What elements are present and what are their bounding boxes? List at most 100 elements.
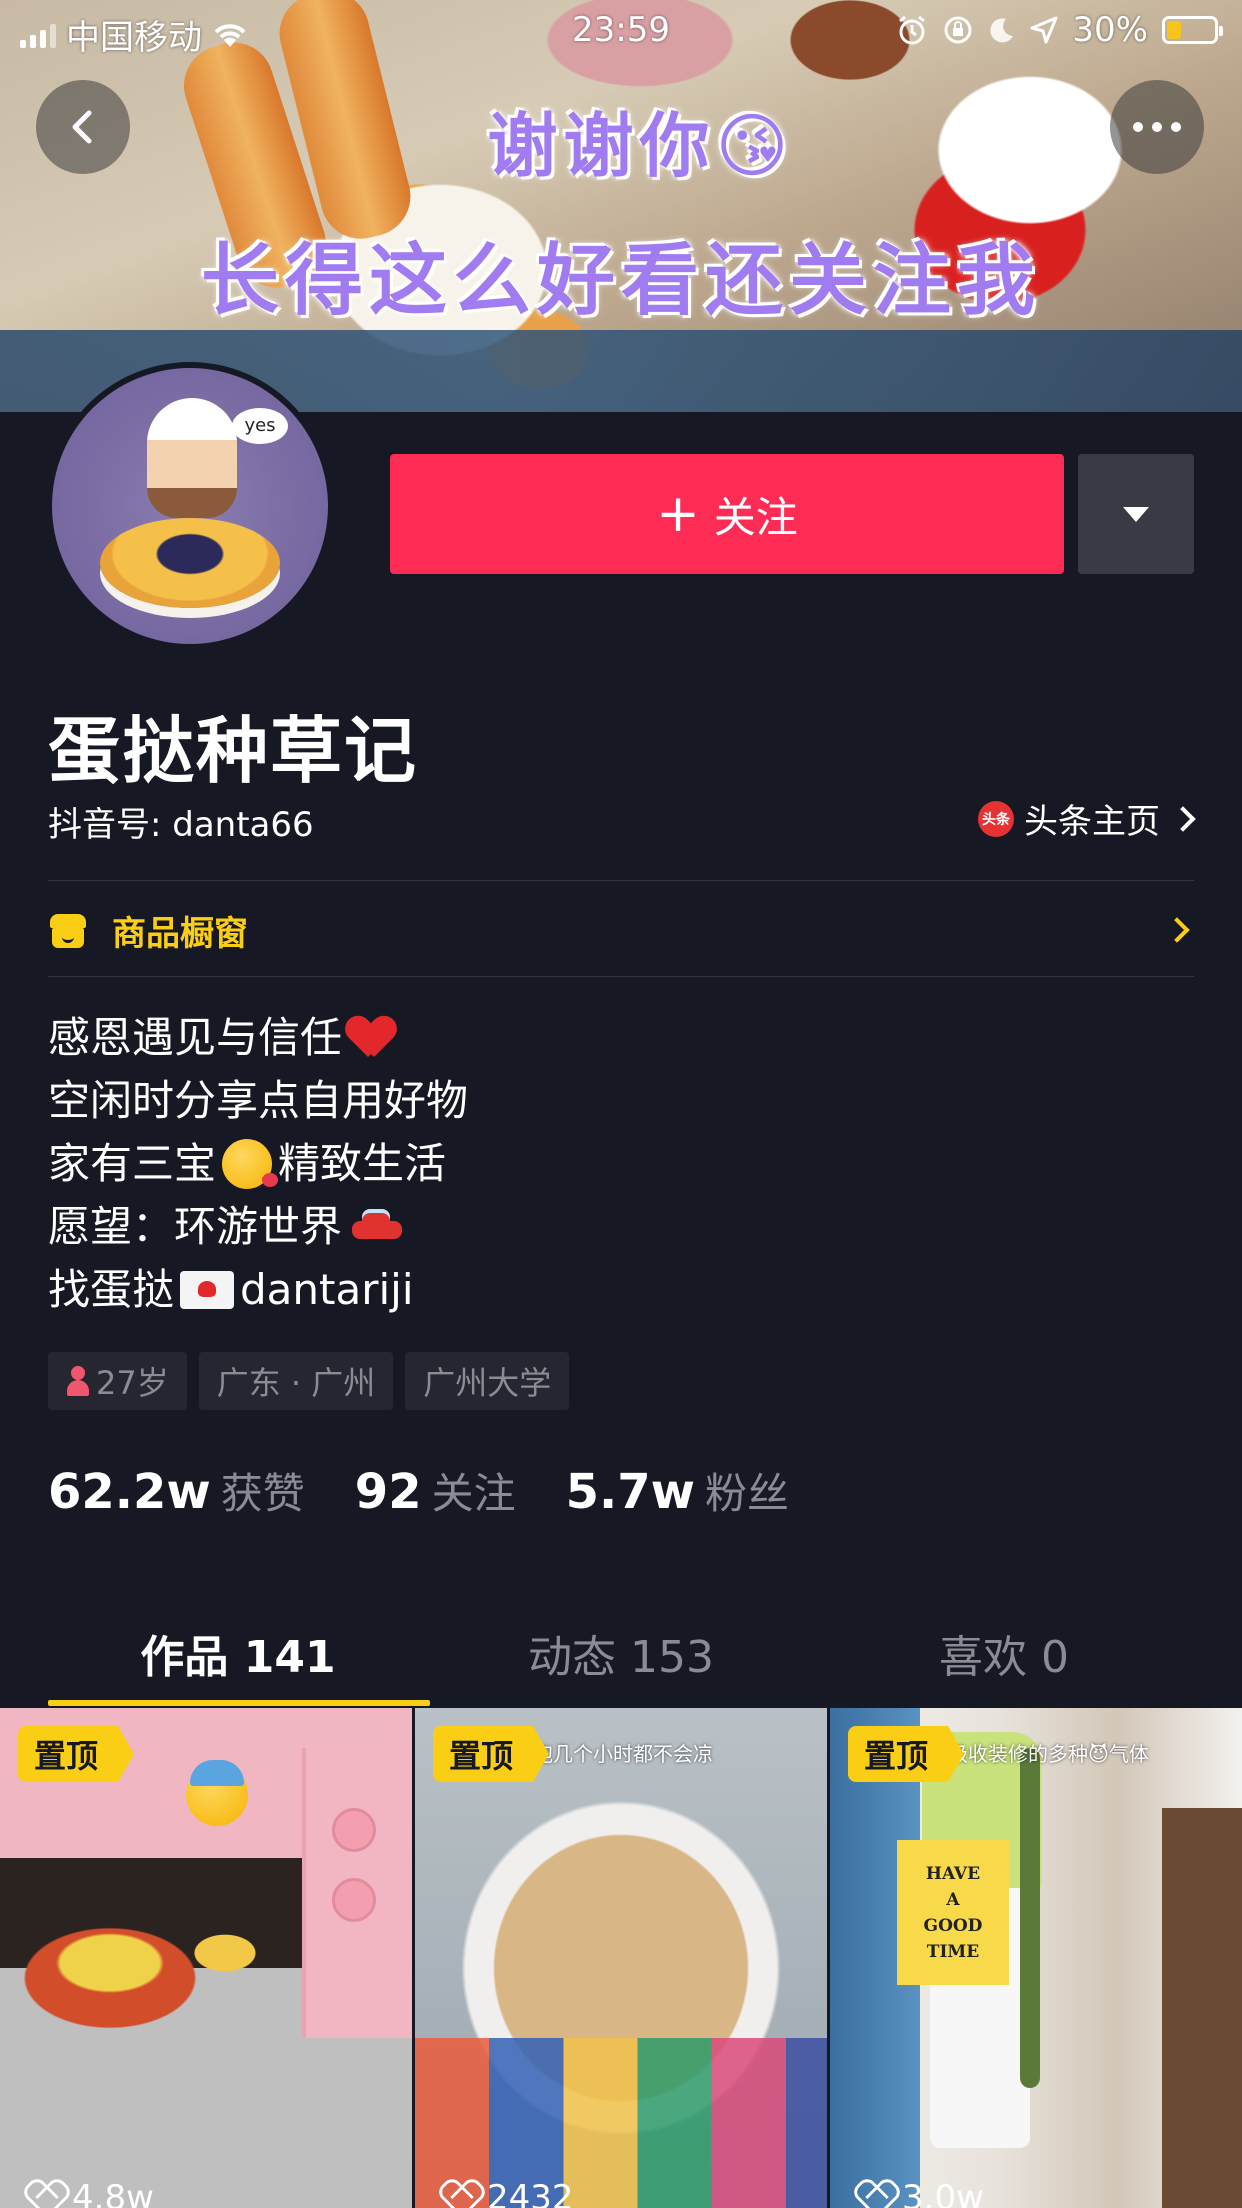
likes-stat[interactable]: 62.2w 获赞 <box>48 1460 305 1521</box>
oven-knob <box>332 1808 376 1852</box>
toutiao-label: 头条主页 <box>1024 802 1160 842</box>
bio-line: 愿望：环游世界 <box>48 1195 468 1258</box>
bio-line: 空闲时分享点自用好物 <box>48 1069 468 1132</box>
bio-text: 空闲时分享点自用好物 <box>48 1076 469 1125</box>
chevron-right-icon <box>1164 917 1190 943</box>
pinned-badge: 置顶 <box>433 1726 550 1782</box>
profile-cover-image: 谢谢你😘 长得这么好看还关注我 <box>0 0 1242 412</box>
tab-works[interactable]: 作品 141 <box>48 1598 428 1708</box>
video-thumbnail[interactable]: 置顶 4.8w <box>0 1708 412 2208</box>
video-grid: 置顶 4.8w 泡几个小时都不会凉 置顶 2432 HAVE A GOOD TI… <box>0 1708 1242 2208</box>
love-letter-icon <box>180 1270 235 1309</box>
bio-line: 感恩遇见与信任 <box>48 1006 468 1069</box>
profile-tags: 27岁 广东 · 广州 广州大学 <box>48 1352 570 1410</box>
plant <box>1020 1748 1040 2088</box>
heart-outline-icon <box>441 2181 477 2208</box>
follow-button[interactable]: + 关注 <box>390 454 1064 574</box>
likes-label: 获赞 <box>220 1469 305 1518</box>
bio-line: 家有三宝 精致生活 <box>48 1132 468 1195</box>
bio-text: 精致生活 <box>278 1139 447 1188</box>
location-tag: 广东 · 广州 <box>198 1352 394 1410</box>
bio-text: 找蛋挞 <box>48 1265 175 1314</box>
followers-count: 5.7w <box>565 1464 695 1520</box>
plus-icon: + <box>656 484 700 544</box>
anxious-face-icon <box>186 1760 248 1826</box>
shop-window-row[interactable]: 商品橱窗 <box>48 882 1194 978</box>
school-tag[interactable]: 广州大学 <box>405 1352 570 1410</box>
more-dots-icon <box>1133 122 1181 132</box>
profile-name: 蛋挞种草记 <box>48 709 419 793</box>
divider <box>48 976 1194 977</box>
avatar-chef-figure <box>147 398 237 518</box>
age-tag-label: 27岁 <box>96 1364 169 1402</box>
following-label: 关注 <box>431 1469 516 1518</box>
shop-window-label: 商品橱窗 <box>112 913 248 954</box>
avatar[interactable]: yes <box>46 362 334 650</box>
kissing-face-icon <box>222 1138 279 1189</box>
following-count: 92 <box>354 1464 422 1520</box>
video-likes: 4.8w <box>26 2178 154 2208</box>
profile-stats: 62.2w 获赞 92 关注 5.7w 粉丝 <box>48 1460 789 1521</box>
bio-line: 找蛋挞 dantariji <box>48 1258 468 1321</box>
cover-caption-line2: 长得这么好看还关注我 <box>200 236 1041 326</box>
red-car-icon <box>348 1208 404 1245</box>
battery-percent: 30% <box>1072 10 1148 50</box>
video-likes-count: 3.0w <box>902 2178 984 2208</box>
school-tag-label: 广州大学 <box>423 1364 552 1402</box>
follow-button-label: 关注 <box>713 492 798 542</box>
douyin-id: 抖音号: danta66 <box>48 805 314 845</box>
chevron-left-icon <box>72 110 92 144</box>
have-a-good-time-sign: HAVE A GOOD TIME <box>897 1840 1009 1985</box>
sign-word: GOOD <box>923 1915 983 1936</box>
caret-down-icon <box>1123 506 1149 522</box>
recommend-dropdown-button[interactable] <box>1078 454 1194 574</box>
followers-stat[interactable]: 5.7w 粉丝 <box>566 1460 789 1521</box>
video-overlay-text: 泡几个小时都不会凉 <box>533 1742 713 1766</box>
bio-text: 愿望：环游世界 <box>48 1202 343 1251</box>
video-thumbnail[interactable]: HAVE A GOOD TIME 级收装修的多种😈气体 置顶 3.0w <box>830 1708 1242 2208</box>
status-bar: 中国移动 23:59 30% <box>0 0 1242 60</box>
oven-knob <box>332 1878 376 1922</box>
tab-activity[interactable]: 动态 153 <box>431 1598 811 1708</box>
sign-word: HAVE <box>925 1863 981 1884</box>
divider <box>48 880 1194 881</box>
bio-text: dantariji <box>240 1265 414 1314</box>
battery-icon <box>1162 16 1223 44</box>
location-icon <box>1030 16 1058 44</box>
more-button[interactable] <box>1110 80 1204 174</box>
following-stat[interactable]: 92 关注 <box>355 1460 516 1521</box>
toutiao-icon: 头条 <box>978 800 1014 837</box>
avatar-image: yes <box>52 368 328 644</box>
location-tag-label: 广东 · 广州 <box>216 1364 376 1402</box>
heart-outline-icon <box>856 2181 892 2208</box>
red-heart-icon <box>348 1017 394 1059</box>
female-icon <box>66 1366 90 1396</box>
sign-word: TIME <box>926 1941 980 1962</box>
rotation-lock-icon <box>944 16 972 44</box>
video-likes-count: 2432 <box>487 2178 574 2208</box>
video-overlay-text: 级收装修的多种😈气体 <box>948 1742 1149 1766</box>
content-tabs: 作品 141 动态 153 喜欢 0 <box>0 1598 1242 1708</box>
bio-text: 家有三宝 <box>48 1139 217 1188</box>
back-button[interactable] <box>36 80 130 174</box>
chevron-right-icon <box>1170 805 1196 832</box>
shelf <box>1162 1808 1242 2208</box>
video-likes: 2432 <box>441 2178 574 2208</box>
alarm-icon <box>899 15 926 45</box>
video-thumbnail[interactable]: 泡几个小时都不会凉 置顶 2432 <box>415 1708 827 2208</box>
moon-icon <box>990 18 1014 43</box>
age-tag: 27岁 <box>48 1352 187 1410</box>
heart-outline-icon <box>26 2181 62 2208</box>
pinned-badge: 置顶 <box>848 1726 965 1782</box>
toutiao-homepage-link[interactable]: 头条 头条主页 <box>978 794 1196 843</box>
likes-count: 62.2w <box>48 1464 211 1520</box>
avatar-egg-tart <box>100 518 280 608</box>
battery-level-fill <box>1167 21 1181 39</box>
followers-label: 粉丝 <box>704 1469 789 1518</box>
status-right: 30% <box>896 10 1223 50</box>
avatar-speech-bubble: yes <box>232 408 288 444</box>
pinned-badge: 置顶 <box>18 1726 135 1782</box>
tab-likes[interactable]: 喜欢 0 <box>814 1598 1194 1708</box>
video-likes-count: 4.8w <box>72 2178 154 2208</box>
video-likes: 3.0w <box>856 2178 984 2208</box>
